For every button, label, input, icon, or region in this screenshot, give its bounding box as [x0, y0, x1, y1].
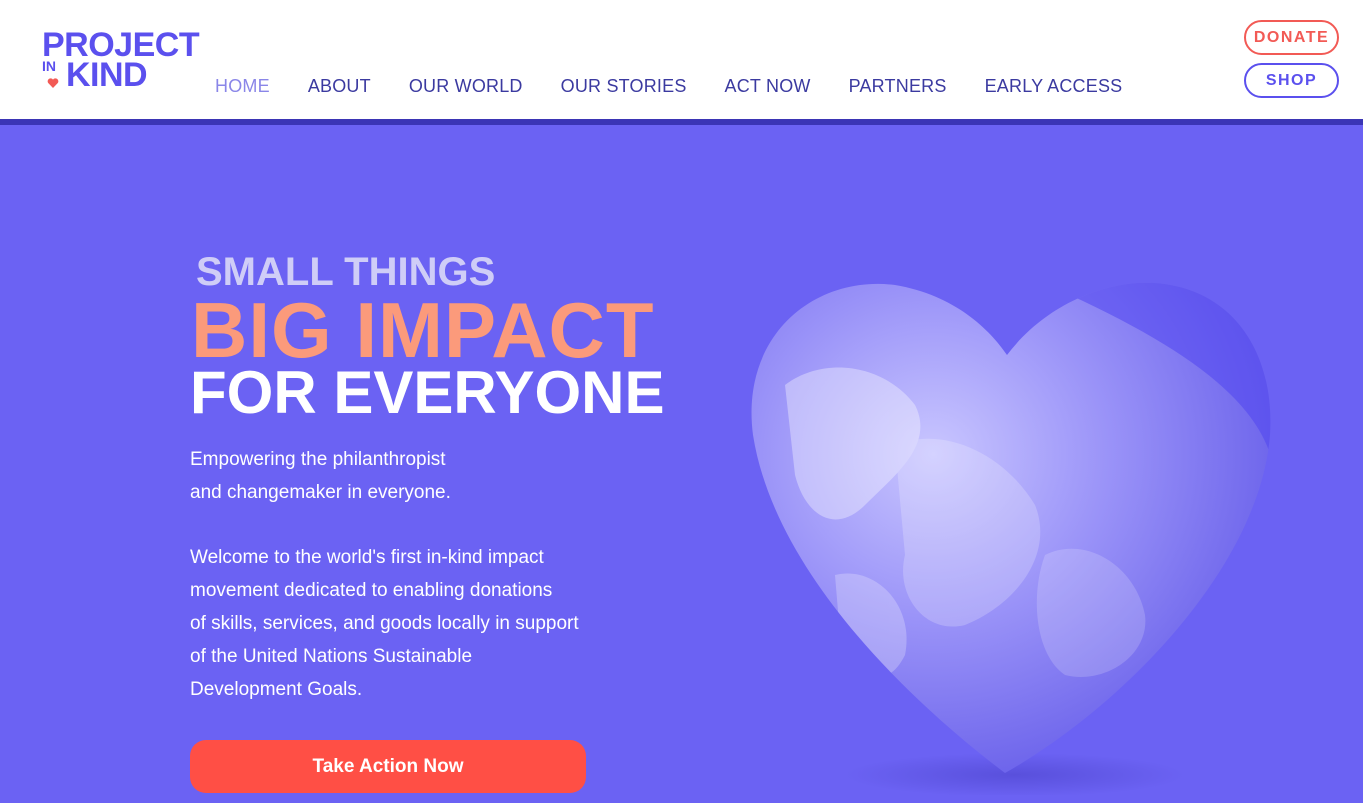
logo-text-kind: KIND — [66, 56, 148, 94]
main-nav: HOME ABOUT OUR WORLD OUR STORIES ACT NOW… — [215, 74, 1122, 98]
header-divider — [0, 119, 1363, 125]
nav-item-our-stories[interactable]: OUR STORIES — [561, 74, 687, 98]
nav-item-about[interactable]: ABOUT — [308, 74, 371, 98]
hero-lead-line: and changemaker in everyone. — [190, 482, 451, 503]
hero-description-line: of skills, services, and goods locally i… — [190, 613, 579, 634]
site-header: PROJECT IN KIND HOME ABOUT OUR WORLD OUR… — [0, 0, 1363, 119]
hero-lead-line: Empowering the philanthropist — [190, 449, 446, 470]
hero-description-line: movement dedicated to enabling donations — [190, 580, 553, 601]
nav-item-act-now[interactable]: ACT NOW — [725, 74, 811, 98]
hero-lead-text: Empowering the philanthropist and change… — [190, 443, 650, 509]
nav-item-home[interactable]: HOME — [215, 74, 270, 98]
hero-heading-for-everyone: FOR EVERYONE — [190, 359, 665, 426]
take-action-button[interactable]: Take Action Now — [190, 740, 586, 793]
donate-button[interactable]: DONATE — [1244, 20, 1339, 55]
hero-heading-big-impact: BIG IMPACT — [191, 286, 655, 374]
hero-description: Welcome to the world's first in-kind imp… — [190, 541, 660, 706]
nav-item-partners[interactable]: PARTNERS — [849, 74, 947, 98]
hero-description-line: Welcome to the world's first in-kind imp… — [190, 547, 544, 568]
hero-description-line: of the United Nations Sustainable — [190, 646, 473, 667]
logo-text-in: IN — [42, 58, 56, 74]
hero-description-line: Development Goals. — [190, 679, 363, 700]
shop-button[interactable]: SHOP — [1244, 63, 1339, 98]
nav-item-early-access[interactable]: EARLY ACCESS — [985, 74, 1123, 98]
heart-icon — [47, 78, 59, 88]
project-in-kind-logo[interactable]: PROJECT IN KIND — [42, 28, 212, 94]
nav-item-our-world[interactable]: OUR WORLD — [409, 74, 523, 98]
heart-earth-image — [751, 282, 1271, 795]
